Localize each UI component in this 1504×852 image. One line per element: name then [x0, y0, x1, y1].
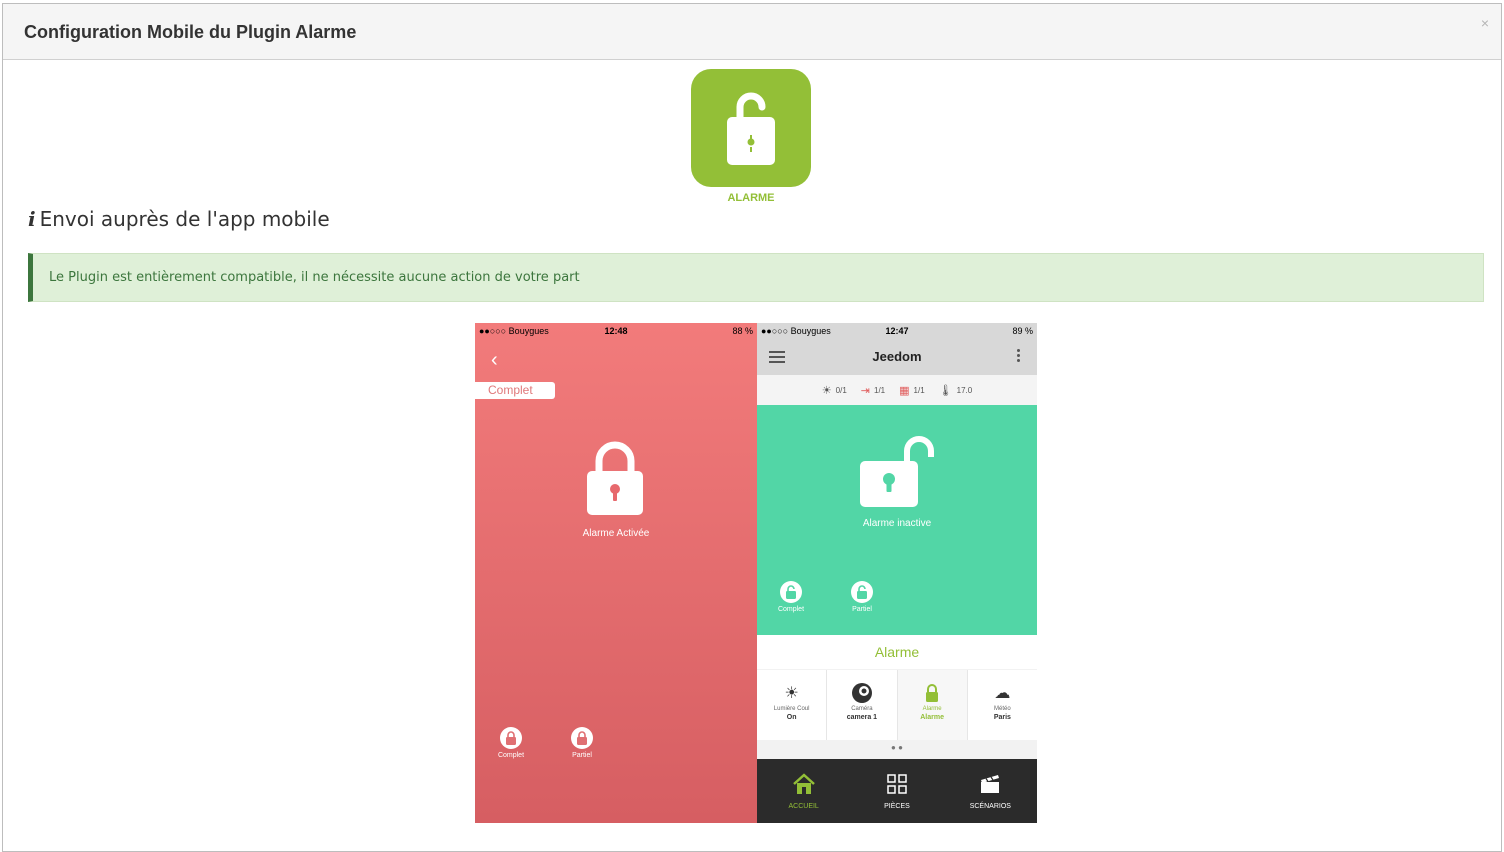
- padlock-open-icon: [727, 92, 775, 165]
- lock-circle-icon: [500, 727, 522, 749]
- tile-name: Alarme: [922, 706, 942, 712]
- summary-bar: ☀ 0/1 ⇥ 1/1 ▦ 1/1 🌡 17.0: [757, 375, 1037, 405]
- alarm-state-label: Alarme inactive: [862, 518, 932, 529]
- summary-temperature: 🌡 17.0: [939, 384, 973, 397]
- tile-weather[interactable]: ☁ Météo Paris: [967, 670, 1037, 740]
- bottom-tab-bar: ACCUEIL PIÈCES SCÉNARIOS: [757, 759, 1037, 823]
- action-partiel[interactable]: Partiel: [842, 581, 882, 613]
- alert-text: Le Plugin est entièrement compatible, il…: [49, 270, 580, 285]
- light-icon: ☀: [821, 384, 832, 397]
- battery-label: 89 %: [1012, 326, 1033, 336]
- lock-circle-icon: [571, 727, 593, 749]
- tile-camera[interactable]: Caméra camera 1: [827, 670, 897, 740]
- status-bar: ●●○○○ Bouygues 12:48 88 %: [475, 323, 757, 339]
- back-chevron-icon[interactable]: ‹: [491, 349, 498, 372]
- clapper-icon: [944, 771, 1037, 797]
- lock-icon: [898, 682, 967, 704]
- alarm-panel: Alarme inactive Complet Partiel: [757, 405, 1037, 635]
- tile-value: Paris: [993, 714, 1011, 721]
- alarm-state-label: Alarme Activée: [582, 528, 650, 539]
- summary-door: ⇥ 1/1: [861, 384, 885, 397]
- grid-icon: [850, 771, 943, 797]
- close-button[interactable]: ×: [1481, 15, 1489, 31]
- alarm-plugin-icon: [691, 69, 811, 187]
- action-label: Complet: [777, 606, 805, 613]
- tile-value: camera 1: [846, 714, 878, 721]
- window-icon: ▦: [899, 384, 910, 397]
- status-bar: ●●○○○ Bouygues 12:47 89 %: [757, 323, 1037, 339]
- tile-name: Météo: [994, 706, 1011, 712]
- tab-accueil[interactable]: ACCUEIL: [757, 759, 850, 823]
- summary-value: 0/1: [835, 385, 847, 395]
- tab-pieces[interactable]: PIÈCES: [850, 759, 943, 823]
- padlock-closed-icon: [587, 441, 643, 515]
- summary-window: ▦ 1/1: [899, 384, 925, 397]
- app-navbar: Jeedom: [757, 339, 1037, 375]
- tile-name: Lumière Coul: [773, 706, 810, 712]
- section-heading-text: Envoi auprès de l'app mobile: [39, 207, 330, 231]
- app-icon-label: ALARME: [727, 192, 775, 204]
- section-heading: i Envoi auprès de l'app mobile: [28, 207, 330, 231]
- camera-icon: [827, 682, 896, 704]
- modal-dialog: Configuration Mobile du Plugin Alarme × …: [2, 3, 1502, 852]
- action-complet[interactable]: Complet: [491, 727, 531, 759]
- action-label: Complet: [497, 752, 525, 759]
- action-complet[interactable]: Complet: [771, 581, 811, 613]
- mode-tag: Complet: [475, 382, 555, 399]
- tile-alarm[interactable]: Alarme Alarme: [897, 670, 967, 740]
- summary-light: ☀ 0/1: [822, 384, 847, 397]
- tile-value: On: [786, 714, 797, 721]
- phone-screenshot-alarm-active: ●●○○○ Bouygues 12:48 88 % ‹ Complet Alar…: [475, 323, 757, 823]
- status-time: 12:48: [604, 326, 628, 336]
- summary-value: 17.0: [956, 385, 973, 395]
- alarm-section-title: Alarme: [757, 635, 1037, 669]
- tab-scenarios[interactable]: SCÉNARIOS: [944, 759, 1037, 823]
- tab-label: SCÉNARIOS: [969, 803, 1011, 810]
- tab-label: ACCUEIL: [788, 803, 819, 810]
- summary-value: 1/1: [874, 385, 886, 395]
- page-dots[interactable]: ● ●: [757, 743, 1037, 752]
- thermometer-icon: 🌡: [938, 384, 953, 397]
- battery-label: 88 %: [732, 326, 753, 336]
- modal-title: Configuration Mobile du Plugin Alarme: [24, 22, 357, 42]
- app-title: Jeedom: [872, 349, 922, 364]
- tile-value: Alarme: [920, 714, 944, 721]
- more-vertical-icon[interactable]: [1017, 349, 1021, 364]
- action-label: Partiel: [852, 606, 872, 613]
- tile-name: Caméra: [851, 706, 873, 712]
- lock-circle-icon: [780, 581, 802, 603]
- widget-tiles: ☀ Lumière Coul On Caméra camera 1 Alarme…: [757, 670, 1037, 740]
- compatibility-alert: Le Plugin est entièrement compatible, il…: [28, 253, 1484, 302]
- info-icon: i: [28, 207, 36, 231]
- home-icon: [757, 771, 850, 797]
- tab-label: PIÈCES: [884, 803, 910, 810]
- summary-value: 1/1: [913, 385, 925, 395]
- modal-header: Configuration Mobile du Plugin Alarme ×: [3, 4, 1501, 60]
- door-icon: ⇥: [860, 384, 870, 397]
- action-label: Partiel: [572, 752, 592, 759]
- padlock-open-icon: [860, 436, 934, 507]
- cloud-icon: ☁: [994, 685, 1011, 702]
- bulb-icon: ☀: [784, 685, 799, 702]
- lock-circle-icon: [851, 581, 873, 603]
- phone-screenshot-jeedom-home: ●●○○○ Bouygues 12:47 89 % Jeedom ☀ 0/1 ⇥…: [757, 323, 1037, 823]
- action-partiel[interactable]: Partiel: [562, 727, 602, 759]
- tile-light[interactable]: ☀ Lumière Coul On: [757, 670, 827, 740]
- status-time: 12:47: [885, 326, 909, 336]
